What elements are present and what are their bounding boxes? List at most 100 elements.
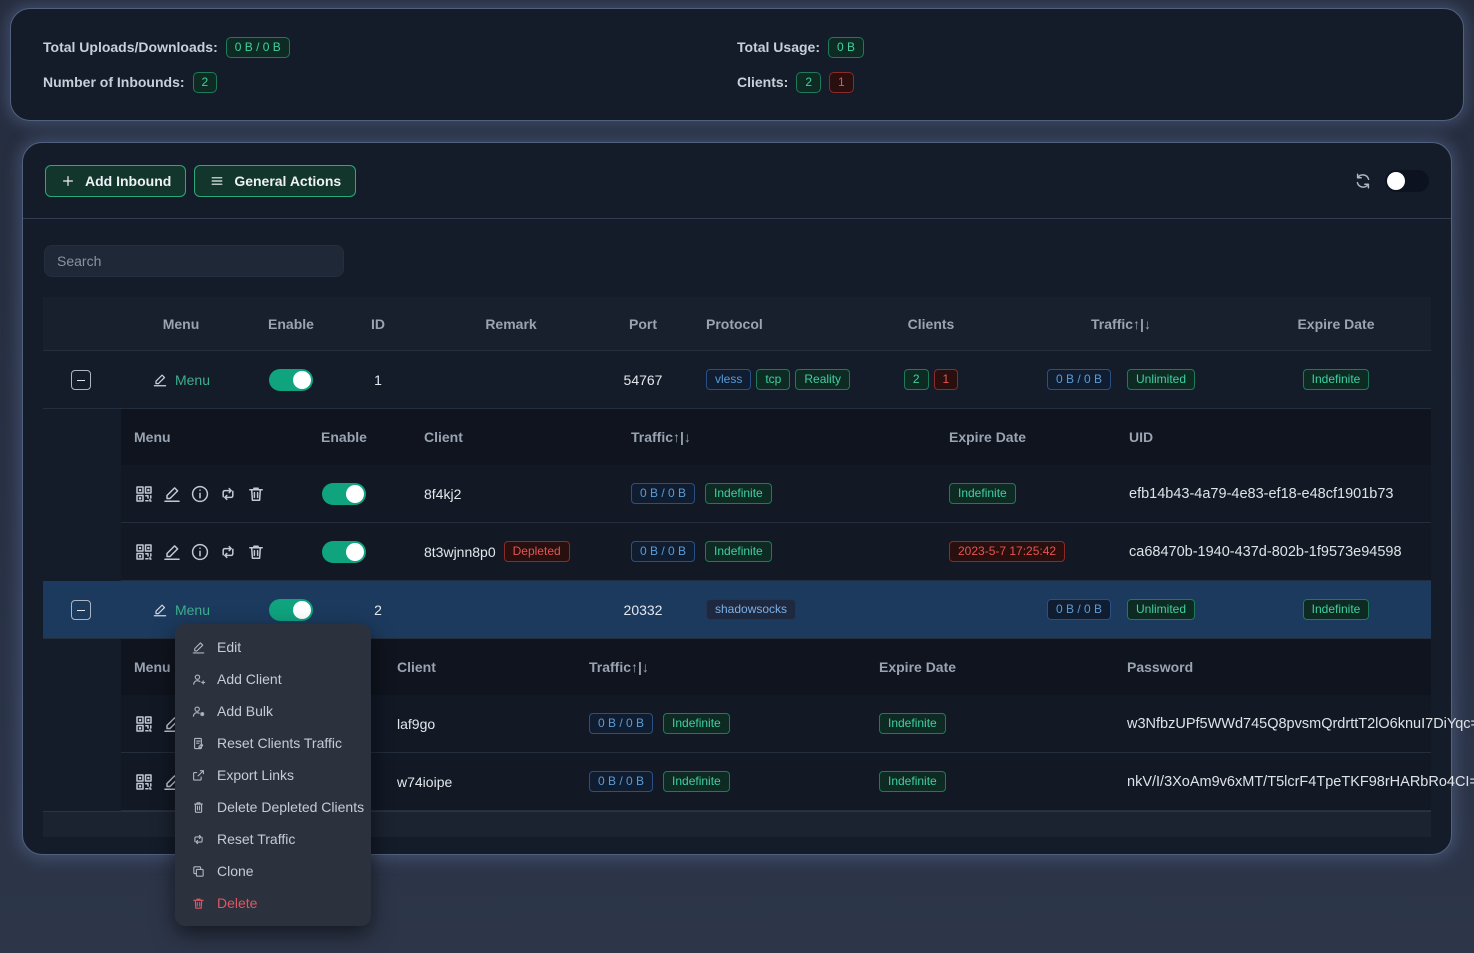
reset-traffic-icon	[191, 832, 206, 847]
client-password: nkV/I/3XoAm9v6xMT/T5lcrF4TpeTKF98rHARbRo…	[1107, 774, 1474, 790]
clone-icon	[191, 864, 206, 879]
enable-toggle[interactable]	[322, 483, 366, 505]
menu-item-reset-clients-traffic[interactable]: Reset Clients Traffic	[175, 727, 371, 759]
menu-item-label: Delete	[217, 895, 257, 911]
toggle-knob	[1387, 172, 1405, 190]
add-bulk-icon	[191, 704, 206, 719]
menu-item-label: Reset Traffic	[217, 831, 295, 847]
stats-panel: Total Uploads/Downloads: 0 B / 0 B Numbe…	[10, 8, 1464, 121]
collapse-row-button[interactable]	[71, 370, 91, 390]
traffic-badge: 0 B / 0 B	[631, 483, 695, 504]
theme-toggle[interactable]	[1385, 170, 1429, 192]
traffic-limit-badge: Indefinite	[663, 771, 730, 792]
col-header-enable: Enable	[243, 316, 339, 332]
client-row-8f4kj2[interactable]: 8f4kj2 0 B / 0 B Indefinite Indefinite e…	[121, 465, 1431, 523]
expire-badge: 2023-5-7 17:25:42	[949, 541, 1065, 562]
col-header-traffic[interactable]: Traffic↑|↓	[1001, 316, 1241, 332]
qr-code-icon[interactable]	[134, 714, 154, 734]
menu-item-label: Edit	[217, 639, 241, 655]
enable-toggle[interactable]	[322, 541, 366, 563]
traffic-badge: 0 B / 0 B	[589, 713, 653, 734]
col-header-enable: Enable	[301, 429, 387, 445]
qr-code-icon[interactable]	[134, 772, 154, 792]
reset-traffic-icon[interactable]	[218, 542, 238, 562]
client-row-8t3wjnn8p0[interactable]: 8t3wjnn8p0 Depleted 0 B / 0 B Indefinite…	[121, 523, 1431, 581]
col-header-id: ID	[339, 316, 417, 332]
info-icon[interactable]	[190, 542, 210, 562]
general-actions-button[interactable]: General Actions	[194, 165, 356, 197]
row-menu-button[interactable]: Menu	[152, 372, 210, 388]
col-header-menu: Menu	[119, 316, 243, 332]
traffic-limit-badge: Indefinite	[705, 541, 772, 562]
delete-client-icon[interactable]	[246, 542, 266, 562]
client-uid: efb14b43-4a79-4e83-ef18-e48cf1901b73	[1061, 486, 1431, 502]
stat-total-uploads-downloads: Total Uploads/Downloads: 0 B / 0 B	[43, 37, 737, 58]
menu-item-delete-depleted-clients[interactable]: Delete Depleted Clients	[175, 791, 371, 823]
delete-client-icon[interactable]	[246, 484, 266, 504]
reset-traffic-icon[interactable]	[218, 484, 238, 504]
enable-toggle[interactable]	[269, 599, 313, 621]
toolbar: Add Inbound General Actions	[23, 143, 1451, 219]
stats-left-column: Total Uploads/Downloads: 0 B / 0 B Numbe…	[43, 37, 737, 93]
reset-clients-traffic-icon	[191, 736, 206, 751]
qr-code-icon[interactable]	[134, 484, 154, 504]
col-header-remark: Remark	[417, 316, 605, 332]
row-menu-button[interactable]: Menu	[152, 602, 210, 618]
col-header-traffic[interactable]: Traffic↑|↓	[561, 429, 841, 445]
stat-clients-active-badge: 2	[796, 72, 821, 93]
traffic-badge: 0 B / 0 B	[1047, 599, 1111, 620]
stat-total-usage: Total Usage: 0 B	[737, 37, 1431, 58]
refresh-icon[interactable]	[1353, 171, 1373, 191]
add-inbound-button[interactable]: Add Inbound	[45, 165, 186, 197]
col-header-uid: UID	[1061, 429, 1431, 445]
delete-icon	[191, 896, 206, 911]
col-header-password: Password	[1107, 659, 1431, 675]
client-table-header: Menu Enable Client Traffic↑|↓ Expire Dat…	[121, 409, 1431, 465]
col-header-port: Port	[605, 316, 681, 332]
menu-item-edit[interactable]: Edit	[175, 631, 371, 663]
collapse-row-button[interactable]	[71, 600, 91, 620]
edit-pencil-icon	[152, 372, 168, 388]
stats-right-column: Total Usage: 0 B Clients: 2 1	[737, 37, 1431, 93]
toggle-knob	[346, 543, 364, 561]
enable-toggle[interactable]	[269, 369, 313, 391]
menu-item-label: Add Client	[217, 671, 282, 687]
depleted-badge: Depleted	[504, 541, 570, 562]
protocol-badge: vless	[706, 369, 751, 390]
edit-client-icon[interactable]	[162, 484, 182, 504]
menu-item-reset-traffic[interactable]: Reset Traffic	[175, 823, 371, 855]
edit-client-icon[interactable]	[162, 542, 182, 562]
clients-depleted-badge: 1	[934, 369, 959, 390]
col-header-traffic[interactable]: Traffic↑|↓	[577, 659, 857, 675]
info-icon[interactable]	[190, 484, 210, 504]
client-name: 8t3wjnn8p0	[424, 544, 496, 560]
col-header-expire-date: Expire Date	[857, 659, 1107, 675]
search-input[interactable]	[44, 245, 344, 277]
menu-item-clone[interactable]: Clone	[175, 855, 371, 887]
col-header-client: Client	[387, 429, 561, 445]
inbound-id: 2	[339, 602, 417, 618]
menu-item-label: Reset Clients Traffic	[217, 735, 342, 751]
stat-usage-label: Total Usage:	[737, 39, 820, 55]
inbound-row-1[interactable]: Menu 1 54767 vless tcp Reality 2 1 0 B /	[43, 351, 1431, 409]
stat-clients-label: Clients:	[737, 74, 788, 90]
col-header-protocol: Protocol	[681, 316, 861, 332]
menu-item-delete[interactable]: Delete	[175, 887, 371, 919]
plus-icon	[60, 173, 76, 189]
menu-item-label: Add Bulk	[217, 703, 273, 719]
menu-item-label: Export Links	[217, 767, 294, 783]
qr-code-icon[interactable]	[134, 542, 154, 562]
inbound-id: 1	[339, 372, 417, 388]
stat-number-of-inbounds: Number of Inbounds: 2	[43, 72, 737, 93]
client-name: w74ioipe	[387, 774, 577, 790]
menu-item-export-links[interactable]: Export Links	[175, 759, 371, 791]
expire-badge: Indefinite	[879, 771, 946, 792]
edit-icon	[191, 640, 206, 655]
client-name: laf9go	[387, 716, 577, 732]
export-links-icon	[191, 768, 206, 783]
delete-depleted-icon	[191, 800, 206, 815]
toolbar-right	[1353, 170, 1429, 192]
security-badge: Reality	[795, 369, 850, 390]
menu-item-add-bulk[interactable]: Add Bulk	[175, 695, 371, 727]
menu-item-add-client[interactable]: Add Client	[175, 663, 371, 695]
